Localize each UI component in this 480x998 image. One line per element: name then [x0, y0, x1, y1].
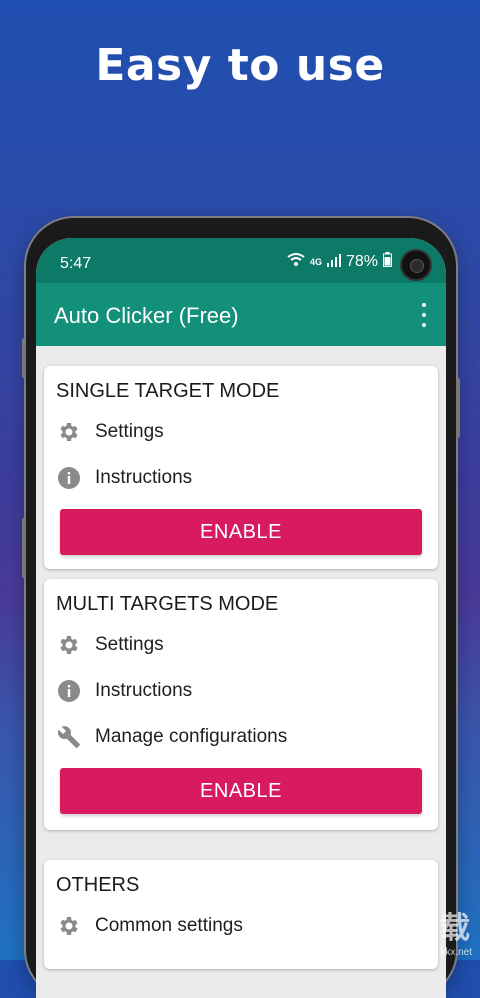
watermark-logo: KKX下载: [338, 912, 472, 945]
app-title: Auto Clicker (Free): [54, 303, 239, 328]
multi-targets-settings[interactable]: Settings: [44, 622, 438, 668]
wifi-icon: [287, 252, 305, 272]
row-label: Instructions: [95, 680, 193, 701]
phone-frame: 5:47 4G 78% Auto Clicker (Free) SINGLE T…: [22, 218, 460, 998]
wrench-icon: [56, 724, 82, 750]
single-target-enable-button[interactable]: ENABLE: [60, 509, 422, 555]
phone-side-button: [456, 378, 460, 438]
single-target-card: SINGLE TARGET MODE Settings Instructions…: [44, 366, 438, 569]
row-label: Settings: [95, 421, 164, 442]
signal-icon: [326, 253, 341, 272]
multi-targets-enable-button[interactable]: ENABLE: [60, 768, 422, 814]
watermark-url: www.kkx.net: [416, 947, 472, 958]
multi-targets-instructions[interactable]: Instructions: [44, 668, 438, 714]
row-label: Instructions: [95, 467, 193, 488]
card-title: OTHERS: [56, 874, 140, 896]
gear-icon: [56, 913, 82, 939]
network-type: 4G: [309, 257, 322, 267]
card-title: MULTI TARGETS MODE: [56, 593, 279, 615]
manage-configurations[interactable]: Manage configurations: [44, 714, 438, 760]
battery-percent: 78%: [345, 253, 378, 270]
status-icons: 4G 78%: [287, 252, 392, 272]
row-label: Manage configurations: [95, 726, 288, 747]
phone-screen: 5:47 4G 78% Auto Clicker (Free) SINGLE T…: [36, 238, 446, 998]
status-bar: 5:47 4G 78%: [36, 238, 446, 283]
card-title: SINGLE TARGET MODE: [56, 380, 280, 402]
row-label: Settings: [95, 634, 164, 655]
single-target-settings[interactable]: Settings: [44, 409, 438, 455]
phone-side-button: [22, 518, 26, 578]
multi-targets-card: MULTI TARGETS MODE Settings Instructions: [44, 579, 438, 830]
row-label: Common settings: [95, 915, 243, 936]
watermark: KKX下载 www.kkx.net: [339, 903, 472, 958]
app-bar: Auto Clicker (Free): [36, 283, 446, 346]
phone-side-button: [22, 338, 26, 378]
gear-icon: [56, 419, 82, 445]
info-icon: [56, 678, 82, 704]
single-target-instructions[interactable]: Instructions: [44, 455, 438, 501]
info-icon: [56, 465, 82, 491]
more-options-icon[interactable]: [416, 303, 432, 327]
headline: Easy to use: [95, 40, 385, 91]
status-time: 5:47: [60, 255, 92, 272]
front-camera: [400, 249, 432, 281]
gear-icon: [56, 632, 82, 658]
main-content: SINGLE TARGET MODE Settings Instructions…: [36, 346, 446, 969]
battery-icon: [383, 252, 392, 272]
